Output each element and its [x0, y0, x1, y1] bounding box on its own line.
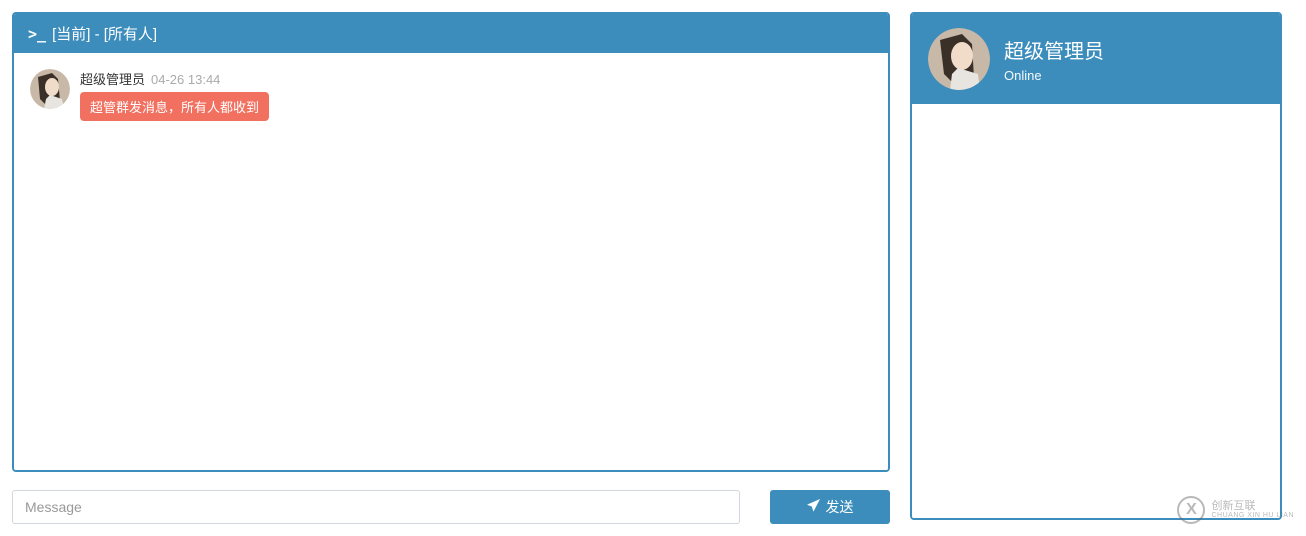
avatar: [30, 69, 70, 109]
message-input[interactable]: [12, 490, 740, 524]
terminal-icon: >_: [28, 25, 46, 43]
message-bubble: 超管群发消息，所有人都收到: [80, 92, 269, 121]
user-status: Online: [1004, 68, 1104, 83]
watermark: X 创新互联 CHUANG XIN HU LIAN: [1177, 496, 1294, 524]
chat-header-title: [当前] - [所有人]: [52, 23, 157, 44]
chat-panel: >_ [当前] - [所有人]: [12, 12, 890, 472]
chat-header: >_ [当前] - [所有人]: [14, 14, 888, 53]
message-timestamp: 04-26 13:44: [151, 72, 220, 87]
message-row: 超级管理员 04-26 13:44 超管群发消息，所有人都收到: [30, 69, 872, 121]
message-sender: 超级管理员: [80, 69, 145, 88]
send-button-label: 发送: [826, 497, 854, 517]
chat-message-list[interactable]: 超级管理员 04-26 13:44 超管群发消息，所有人都收到: [14, 53, 888, 470]
user-card-body: [912, 104, 1280, 518]
watermark-logo-icon: X: [1177, 496, 1205, 524]
user-card-header: 超级管理员 Online: [912, 14, 1280, 104]
user-name: 超级管理员: [1004, 35, 1104, 64]
user-card: 超级管理员 Online: [910, 12, 1282, 520]
watermark-text-main: 创新互联: [1211, 500, 1294, 512]
paper-plane-icon: [807, 499, 820, 515]
send-button[interactable]: 发送: [770, 490, 890, 524]
avatar-large: [928, 28, 990, 90]
watermark-text-sub: CHUANG XIN HU LIAN: [1211, 512, 1294, 520]
